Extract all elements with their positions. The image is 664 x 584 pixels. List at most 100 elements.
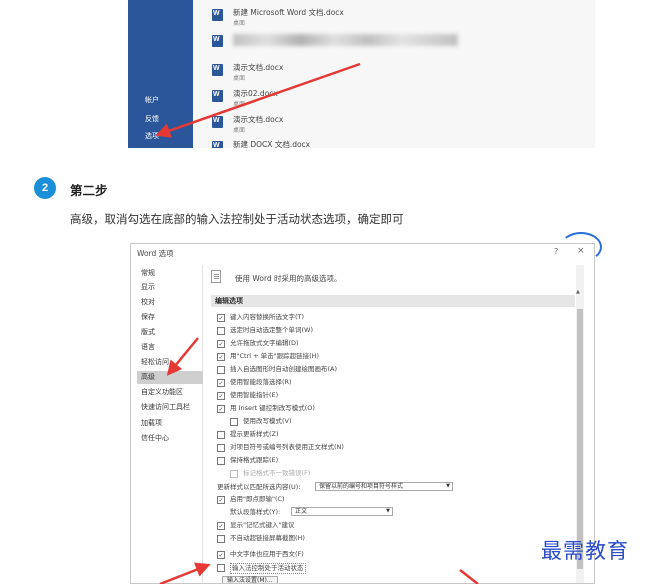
step-title: 第二步 — [70, 183, 108, 198]
file-name: 演示文档.docx — [233, 63, 284, 72]
chevron-down-icon: ▼ — [386, 508, 390, 514]
file-name: 新建 Microsoft Word 文档.docx — [233, 8, 344, 17]
file-row-blurred[interactable] — [193, 29, 595, 54]
word-options-dialog: Word 选项 ? × 常规 显示 校对 保存 版式 语言 轻松访问 高级 自定… — [130, 243, 595, 584]
nav-item-layout[interactable]: 版式 — [137, 326, 203, 339]
checkbox-o13[interactable] — [230, 470, 238, 478]
nav-item-accessibility[interactable]: 轻松访问 — [137, 356, 203, 369]
ime-settings-button[interactable]: 输入法设置(M)... — [222, 576, 278, 583]
option-label: 插入自选图形时自动创建绘图画布(A) — [230, 365, 338, 373]
checkbox-o11[interactable] — [217, 444, 225, 452]
word-doc-icon — [212, 141, 223, 148]
dialog-title: Word 选项 — [137, 249, 174, 258]
blurred-filename — [233, 34, 458, 46]
word-doc-icon — [212, 9, 223, 21]
recent-files-list: 新建 Microsoft Word 文档.docx 桌面 演示文档.docx 桌… — [193, 0, 595, 148]
option-label: 用"Ctrl + 单击"跟踪超链接(H) — [230, 352, 320, 360]
file-location: 桌面 — [233, 127, 246, 134]
checkbox-o7[interactable]: ✓ — [217, 392, 225, 400]
checkbox-o1[interactable]: ✓ — [217, 314, 225, 322]
watermark-logo: 最需教育 — [541, 539, 629, 563]
help-button[interactable]: ? — [554, 247, 558, 256]
nav-item-language[interactable]: 语言 — [137, 341, 203, 354]
checkbox-o10[interactable] — [217, 431, 225, 439]
checkbox-o17[interactable]: ✓ — [217, 551, 225, 559]
checkbox-o2[interactable] — [217, 327, 225, 335]
style-update-label: 更新样式以匹配所选内容(U): — [217, 483, 301, 491]
file-name: 新建 DOCX 文档.docx — [233, 140, 311, 148]
nav-item-advanced[interactable]: 高级 — [137, 371, 203, 384]
word-backstage-screenshot: 帐户 反馈 选项 新建 Microsoft Word 文档.docx 桌面 演示… — [128, 0, 595, 148]
checkbox-o16[interactable] — [217, 535, 225, 543]
highlight-circle-decoration — [560, 232, 602, 262]
option-label: 提示更新样式(Z) — [230, 430, 279, 438]
backstage-sidebar: 帐户 反馈 选项 — [128, 0, 193, 148]
nav-item-save[interactable]: 保存 — [137, 311, 203, 324]
file-row[interactable]: 演示文档.docx 桌面 — [193, 110, 595, 135]
option-label: 键入内容替换所选文字(T) — [230, 313, 305, 321]
default-paragraph-label: 默认段落样式(Y): — [230, 508, 281, 516]
nav-item-addins[interactable]: 加载项 — [137, 417, 203, 430]
word-doc-icon — [212, 90, 223, 102]
word-doc-icon — [212, 116, 223, 128]
option-label: 显示"记忆式键入"建议 — [230, 521, 295, 529]
option-label: 允许拖放式文字编辑(D) — [230, 339, 299, 347]
option-label: 对项目符号或编号列表使用正文样式(N) — [230, 443, 344, 451]
checkbox-o15[interactable]: ✓ — [217, 522, 225, 530]
default-paragraph-select[interactable]: 正文 ▼ — [291, 507, 393, 516]
nav-item-proofing[interactable]: 校对 — [137, 296, 203, 309]
word-doc-icon — [212, 35, 223, 47]
option-label: 使用智能段落选择(R) — [230, 378, 292, 386]
option-label: 用 Insert 键控制改写模式(O) — [230, 404, 315, 412]
file-location: 桌面 — [233, 101, 246, 108]
checkbox-o14[interactable]: ✓ — [217, 496, 225, 504]
option-label: 不自动超链接屏幕截图(H) — [230, 534, 305, 542]
word-doc-icon — [212, 64, 223, 76]
file-row[interactable]: 演示文档.docx 桌面 — [193, 58, 595, 83]
checkbox-o3[interactable]: ✓ — [217, 340, 225, 348]
checkbox-o5[interactable] — [217, 366, 225, 374]
option-label: 选定时自动选定整个单词(W) — [230, 326, 313, 334]
chevron-down-icon: ▼ — [446, 483, 450, 489]
scroll-up-icon[interactable]: ▲ — [576, 289, 580, 295]
document-settings-icon — [211, 270, 221, 283]
option-label: 使用智能指针(E) — [230, 391, 279, 399]
step-description: 高级，取消勾选在底部的输入法控制处于活动状态选项，确定即可 — [70, 212, 404, 226]
file-location: 桌面 — [233, 20, 246, 27]
checkbox-ime-active[interactable] — [217, 564, 225, 572]
option-label: 标记格式不一致错误(F) — [243, 469, 311, 477]
file-name: 演示文档.docx — [233, 115, 284, 124]
section-bar — [211, 295, 575, 307]
options-nav: 常规 显示 校对 保存 版式 语言 轻松访问 高级 自定义功能区 快速访问工具栏… — [137, 265, 203, 583]
checkbox-o9[interactable] — [230, 418, 238, 426]
nav-item-customize-ribbon[interactable]: 自定义功能区 — [137, 386, 203, 399]
checkbox-o12[interactable] — [217, 457, 225, 465]
option-label-ime-active: 输入法控制处于活动状态 — [230, 563, 306, 574]
checkbox-o4[interactable]: ✓ — [217, 353, 225, 361]
checkbox-o6[interactable]: ✓ — [217, 379, 225, 387]
select-value: 正文 — [295, 508, 308, 515]
checkbox-o8[interactable]: ✓ — [217, 405, 225, 413]
nav-item-quick-access-toolbar[interactable]: 快速访问工具栏 — [137, 401, 203, 414]
section-label-editing: 编辑选项 — [215, 297, 243, 305]
option-label: 启用"即点即输"(C) — [230, 495, 285, 503]
advanced-options-panel: 使用 Word 时采用的高级选项。 编辑选项 ✓ 键入内容替换所选文字(T) 选… — [205, 265, 583, 583]
scrollbar-thumb[interactable] — [577, 309, 583, 569]
file-name: 演示02.docx — [233, 89, 278, 98]
nav-item-display[interactable]: 显示 — [137, 281, 203, 294]
option-label: 中文字体也应用于西文(F) — [230, 550, 304, 558]
file-location: 桌面 — [233, 75, 246, 82]
nav-item-trust-center[interactable]: 信任中心 — [137, 432, 203, 445]
step-number-badge: 2 — [34, 177, 56, 199]
file-row[interactable]: 新建 Microsoft Word 文档.docx 桌面 — [193, 3, 595, 28]
option-label: 使用改写模式(V) — [243, 417, 292, 425]
option-label: 保持格式跟踪(E) — [230, 456, 279, 464]
style-update-select[interactable]: 保留以前的编号和项目符号样式 ▼ — [315, 482, 453, 491]
select-value: 保留以前的编号和项目符号样式 — [319, 483, 404, 490]
nav-item-general[interactable]: 常规 — [137, 267, 203, 280]
sidebar-item-account[interactable]: 帐户 — [145, 95, 159, 105]
sidebar-item-options[interactable]: 选项 — [145, 131, 159, 141]
file-row[interactable]: 演示02.docx 桌面 — [193, 84, 595, 109]
file-row[interactable]: 新建 DOCX 文档.docx — [193, 135, 595, 148]
sidebar-item-feedback[interactable]: 反馈 — [145, 114, 159, 124]
